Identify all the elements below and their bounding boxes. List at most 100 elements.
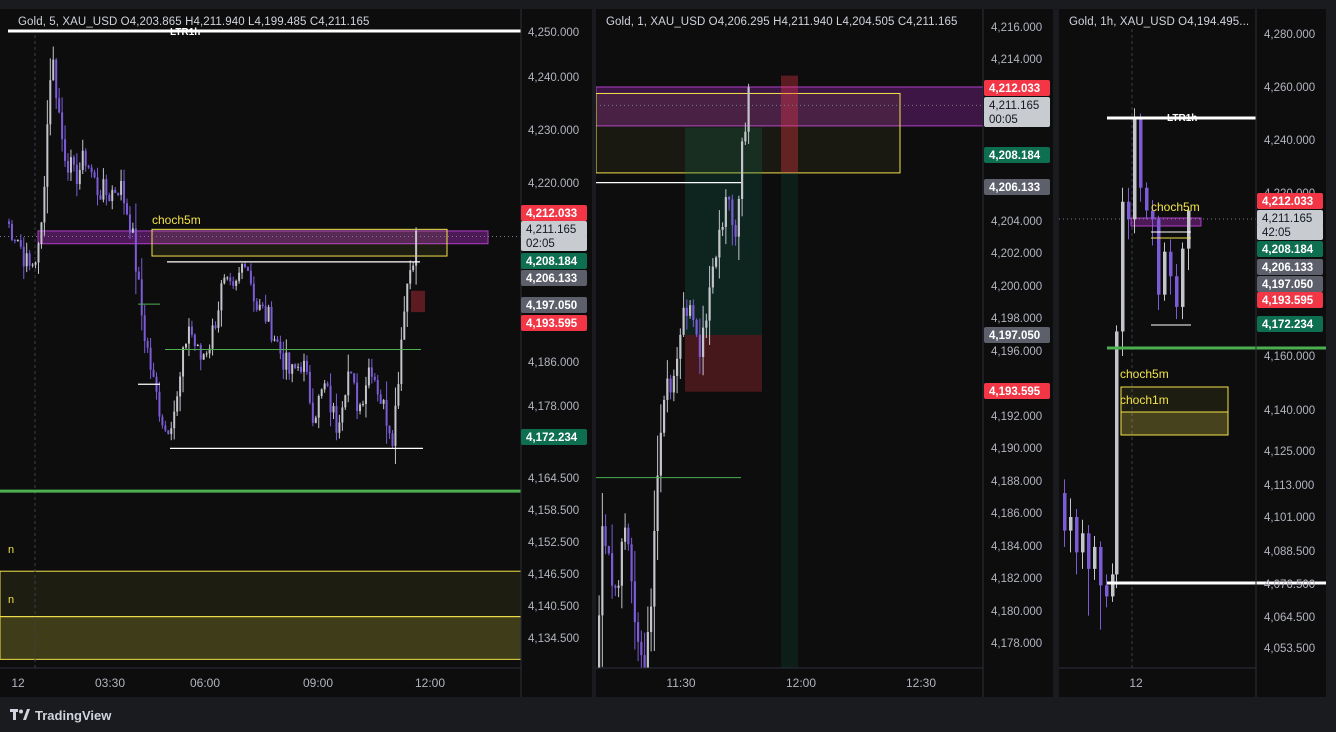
candle-body xyxy=(244,263,246,267)
candle-body xyxy=(217,310,220,328)
candle-body xyxy=(13,239,16,241)
partial-label-2: n xyxy=(8,594,14,606)
candle-body xyxy=(152,369,155,377)
candle-body xyxy=(320,389,323,396)
candle-body xyxy=(19,240,22,247)
candle-body xyxy=(105,179,108,196)
candle-body xyxy=(1187,210,1191,249)
candle-body xyxy=(182,347,185,377)
price-tick-label: 4,188.000 xyxy=(991,476,1042,488)
time-tick-label: 12:30 xyxy=(906,676,936,690)
symbol-legend-1m[interactable]: Gold, 1, XAU_USD O4,206.295 H4,211.940 L… xyxy=(606,16,957,28)
long-position-target[interactable] xyxy=(685,127,762,335)
candle-body xyxy=(611,553,614,586)
candle-body xyxy=(338,422,341,433)
chart-canvas-1h[interactable]: 4,280.0004,260.0004,240.0004,220.0004,21… xyxy=(1059,9,1326,697)
symbol-legend-5m[interactable]: Gold, 5, XAU_USD O4,203.865 H4,211.940 L… xyxy=(18,16,369,28)
candle-body xyxy=(146,340,149,348)
candle-body xyxy=(682,307,685,335)
candle-body xyxy=(1157,219,1161,295)
candle-body xyxy=(640,641,643,656)
candle-body xyxy=(385,400,388,426)
choch-zone[interactable] xyxy=(151,228,448,257)
candle-body xyxy=(666,378,669,400)
choch5m-label: choch5m xyxy=(152,213,201,227)
price-axis-5m: 4,250.000 4,240.000 4,230.000 4,220.000 4,21… xyxy=(521,27,587,645)
price-badge-label: 02:05 xyxy=(526,238,555,250)
price-tick-label: 4,280.000 xyxy=(1264,29,1315,41)
candle-body xyxy=(158,391,161,417)
chart-panel-1m[interactable]: 4,216.000 4,214.000 4,212.033 4,211.165 00:0… xyxy=(596,9,1053,697)
candle-body xyxy=(273,339,276,341)
price-badge-label: 4,212.033 xyxy=(526,208,577,220)
candle-body xyxy=(379,394,382,404)
candle-body xyxy=(620,541,623,586)
candle-body xyxy=(123,180,126,204)
price-tick-label: 4,186.000 xyxy=(991,508,1042,520)
symbol-legend-1h[interactable]: Gold, 1h, XAU_USD O4,194.495... xyxy=(1069,16,1249,28)
candle-body xyxy=(1181,248,1185,307)
candle-body xyxy=(715,257,718,267)
candle-body xyxy=(728,197,731,200)
price-tick-label: 4,076.500 xyxy=(1264,579,1315,591)
candle-body xyxy=(388,425,391,434)
candle-body xyxy=(90,167,93,173)
candle-body xyxy=(734,225,737,237)
candle-body xyxy=(329,385,332,413)
chart-panel-5m[interactable]: 4,250.000 4,240.000 4,230.000 4,220.000 4,21… xyxy=(0,9,592,697)
price-badge-label: 4,172.234 xyxy=(1262,319,1314,331)
price-tick-label: 4,101.000 xyxy=(1264,512,1315,524)
candle-body xyxy=(685,307,688,316)
chart-panel-1h[interactable]: 4,280.0004,260.0004,240.0004,220.0004,21… xyxy=(1059,9,1326,697)
price-badge-label: 4,206.133 xyxy=(526,273,577,285)
candle-body xyxy=(341,407,344,423)
candle-body xyxy=(196,344,199,346)
candle-body xyxy=(1115,331,1119,575)
candle-body xyxy=(226,277,229,279)
candle-body xyxy=(303,360,305,372)
demand-zone-1[interactable] xyxy=(0,570,522,618)
candle-body xyxy=(199,344,202,360)
price-tick-label: 4,184.000 xyxy=(991,541,1042,553)
candle-body xyxy=(1069,517,1073,531)
candle-body xyxy=(394,405,397,447)
long-position-stop[interactable] xyxy=(685,335,762,392)
candle-body xyxy=(718,229,721,258)
candle-body xyxy=(297,366,300,368)
chart-canvas-5m[interactable]: 4,250.000 4,240.000 4,230.000 4,220.000 4,21… xyxy=(0,9,592,697)
price-tick-label: 4,160.000 xyxy=(1264,351,1315,363)
candle-body xyxy=(55,59,58,99)
candle-body xyxy=(1081,533,1085,553)
candle-body xyxy=(630,544,633,582)
candle-body xyxy=(78,169,81,185)
price-tick-label: 4,053.500 xyxy=(1264,643,1315,655)
price-tick-label: 4,113.000 xyxy=(1264,480,1314,492)
candle-body xyxy=(406,283,409,312)
choch1m-zone[interactable] xyxy=(1120,411,1229,436)
price-tick-label: 4,152.500 xyxy=(528,537,579,549)
candle-body xyxy=(633,581,636,623)
candle-body xyxy=(67,160,69,173)
candle-body xyxy=(131,228,134,233)
candle-body xyxy=(1063,493,1067,531)
candle-body xyxy=(601,526,604,616)
time-tick-label: 11:30 xyxy=(666,676,695,690)
candle-body xyxy=(114,189,117,193)
candle-body xyxy=(353,373,356,383)
tradingview-branding[interactable]: TradingView xyxy=(10,706,111,724)
time-tick-label: 09:00 xyxy=(303,676,333,690)
candle-body xyxy=(300,366,303,372)
candle-body xyxy=(1127,201,1131,220)
demand-zone-2[interactable] xyxy=(0,616,522,660)
risk-zone xyxy=(781,75,798,173)
price-axis-1m: 4,216.000 4,214.000 4,212.033 4,211.165 00:0… xyxy=(984,22,1050,650)
candle-body xyxy=(99,195,102,200)
price-badge-label: 4,211.165 xyxy=(526,224,576,236)
candle-body xyxy=(187,326,190,344)
candle-body xyxy=(202,354,205,360)
chart-canvas-1m[interactable]: 4,216.000 4,214.000 4,212.033 4,211.165 00:0… xyxy=(596,9,1053,697)
candle-body xyxy=(711,266,714,288)
candle-body xyxy=(367,367,370,386)
price-tick-label: 4,134.500 xyxy=(528,633,579,645)
candle-body xyxy=(1087,533,1091,569)
